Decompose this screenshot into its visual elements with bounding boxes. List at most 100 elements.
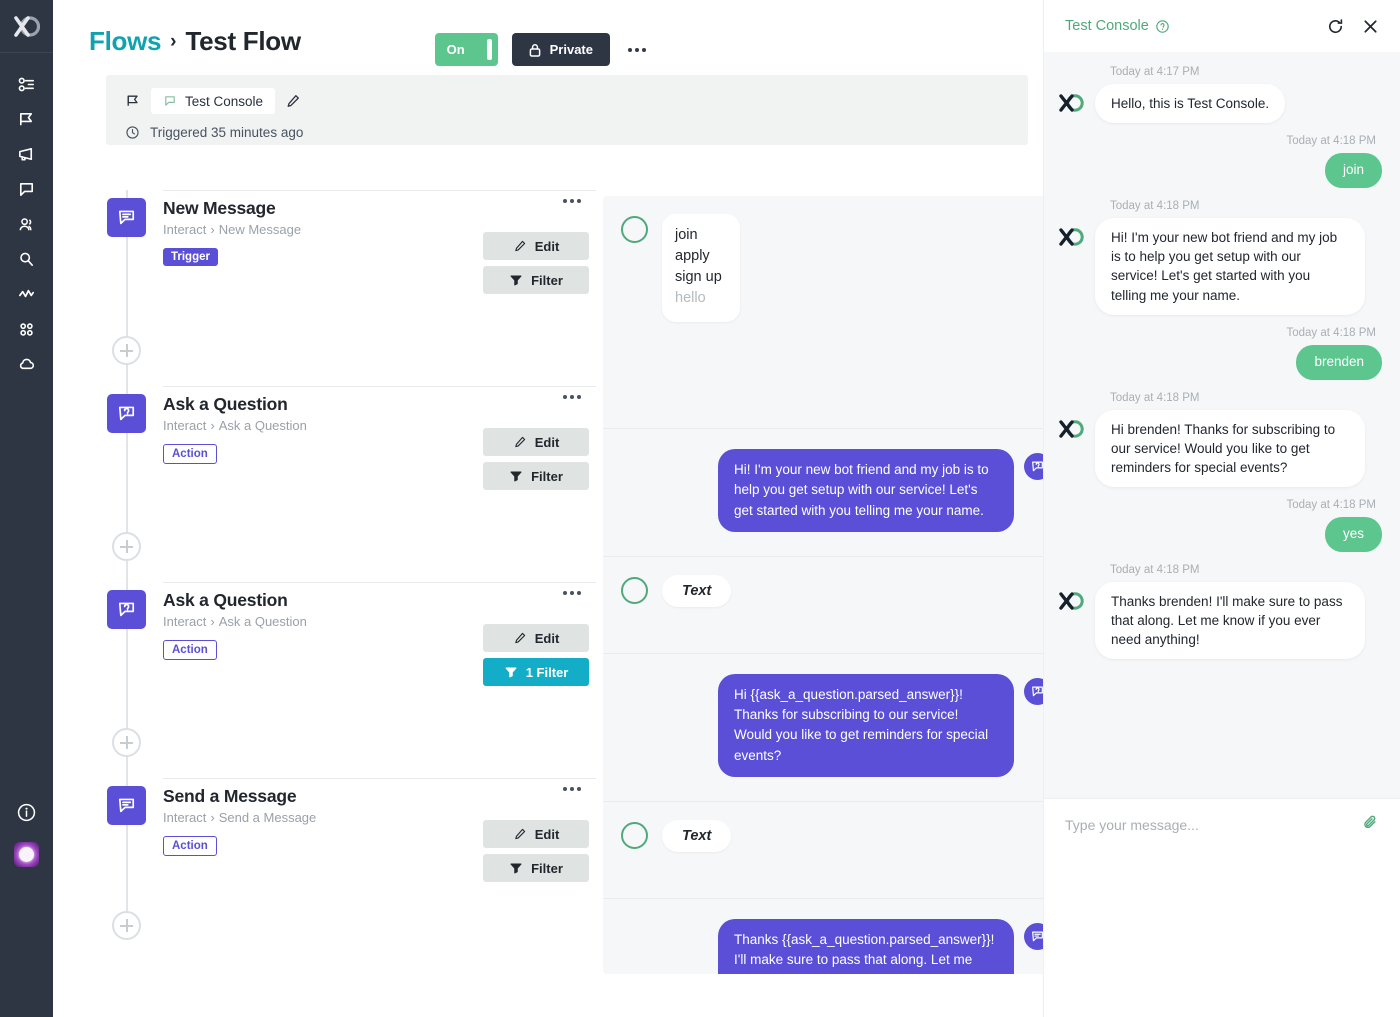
preview-message-bubble: Hi! I'm your new bot friend and my job i… <box>718 449 1014 532</box>
flow-node-icon <box>107 394 146 433</box>
app-logo[interactable] <box>0 0 53 53</box>
pencil-icon[interactable] <box>285 93 301 109</box>
avatar <box>621 822 648 849</box>
trigger-source-row: Test Console <box>125 88 1028 114</box>
flow-node-title: Send a Message <box>163 786 596 807</box>
sidebar-item-analytics[interactable] <box>0 277 53 312</box>
sidebar-item-integrations[interactable] <box>0 347 53 382</box>
privacy-button[interactable]: Private <box>512 33 610 66</box>
sidebar-item-flows[interactable] <box>0 102 53 137</box>
sidebar-item-conversations[interactable] <box>0 172 53 207</box>
preview-block: Hi {{ask_a_question.parsed_answer}}! Tha… <box>603 654 1043 802</box>
nodes-icon <box>17 75 36 94</box>
paperclip-icon <box>1361 813 1380 832</box>
trigger-time-row: Triggered 35 minutes ago <box>125 125 1028 140</box>
message-timestamp: Today at 4:18 PM <box>1058 499 1376 511</box>
toggle-label: On <box>447 42 465 57</box>
refresh-button[interactable] <box>1326 17 1345 36</box>
status-badge: Action <box>163 836 217 856</box>
message-bubble-icon <box>116 207 137 228</box>
flow-more-menu-button[interactable] <box>624 40 650 60</box>
message-bubble: Hi brenden! Thanks for subscribing to ou… <box>1095 410 1365 487</box>
trigger-status-bar: Test Console Triggered 35 minutes ago <box>106 75 1028 145</box>
sidebar-item-search[interactable] <box>0 242 53 277</box>
cloud-icon <box>17 355 36 374</box>
test-console-panel: Test Console Today at 4:17 PMHell <box>1043 0 1400 1017</box>
flow-node-more-button[interactable] <box>563 199 581 203</box>
refresh-icon <box>1326 17 1345 36</box>
sidebar-item-info[interactable] <box>16 802 37 828</box>
preview-block: Hi! I'm your new bot friend and my job i… <box>603 429 1043 557</box>
left-nav-rail <box>0 0 53 1017</box>
incoming-message-row: Hi! I'm your new bot friend and my job i… <box>1058 218 1382 315</box>
flow-node[interactable]: Ask a QuestionInteract›Ask a QuestionAct… <box>106 582 596 778</box>
funnel-icon <box>509 861 523 875</box>
filter-button[interactable]: Filter <box>483 854 589 882</box>
button-label: Edit <box>535 435 560 450</box>
bot-avatar-icon <box>1058 419 1084 439</box>
filter-button[interactable]: Filter <box>483 462 589 490</box>
edit-button[interactable]: Edit <box>483 820 589 848</box>
flow-node-more-button[interactable] <box>563 395 581 399</box>
flow-node[interactable]: Send a MessageInteract›Send a MessageAct… <box>106 778 596 940</box>
clock-icon <box>125 125 140 140</box>
flow-node[interactable]: Ask a QuestionInteract›Ask a QuestionAct… <box>106 386 596 582</box>
flow-node-icon <box>107 590 146 629</box>
filter-button[interactable]: Filter <box>483 266 589 294</box>
preview-message-bubble: Hi {{ask_a_question.parsed_answer}}! Tha… <box>718 674 1014 777</box>
edit-button[interactable]: Edit <box>483 428 589 456</box>
attach-button[interactable] <box>1361 813 1380 837</box>
status-badge: Trigger <box>163 248 218 266</box>
lock-icon <box>529 43 541 57</box>
edit-button[interactable]: Edit <box>483 624 589 652</box>
keyword-item: apply <box>675 246 722 267</box>
console-message: Today at 4:18 PM Hi brenden! Thanks for s… <box>1058 392 1382 487</box>
test-console-header: Test Console <box>1044 0 1400 52</box>
privacy-label: Private <box>550 42 593 57</box>
avatar <box>1058 588 1084 614</box>
preview-step-tag <box>1024 453 1043 480</box>
sidebar-item-broadcasts[interactable] <box>0 137 53 172</box>
button-label: Edit <box>535 239 560 254</box>
app-root: Flows › Test Flow On Private <box>0 0 1400 1017</box>
avatar <box>621 216 648 243</box>
close-icon <box>1361 17 1380 36</box>
add-step-button[interactable] <box>112 728 141 757</box>
flow-enabled-toggle[interactable]: On <box>435 33 498 66</box>
avatar <box>1058 90 1084 116</box>
status-badge: Action <box>163 444 217 464</box>
flow-node-actions: Edit 1 Filter <box>483 624 589 692</box>
add-step-button[interactable] <box>112 911 141 940</box>
rail-bottom <box>14 802 39 867</box>
sidebar-item-apps[interactable] <box>0 312 53 347</box>
incoming-message-row: Hi brenden! Thanks for subscribing to ou… <box>1058 410 1382 487</box>
message-bubble-icon <box>116 795 137 816</box>
edit-button[interactable]: Edit <box>483 232 589 260</box>
flow-node-more-button[interactable] <box>563 591 581 595</box>
sidebar-item-account-avatar[interactable] <box>14 842 39 867</box>
trigger-source-label: Test Console <box>185 94 263 109</box>
test-console-messages: Today at 4:17 PMHello, this is Test Cons… <box>1044 52 1400 798</box>
console-message: Today at 4:17 PMHello, this is Test Cons… <box>1058 66 1382 123</box>
question-circle-icon[interactable] <box>1155 19 1170 34</box>
message-timestamp: Today at 4:18 PM <box>1110 392 1382 404</box>
info-icon <box>16 802 37 823</box>
close-button[interactable] <box>1361 17 1380 36</box>
console-message: Today at 4:18 PMThanks brenden! I'll mak… <box>1058 564 1382 659</box>
message-input[interactable] <box>1065 817 1361 833</box>
megaphone-icon <box>17 145 36 164</box>
breadcrumb-flows-link[interactable]: Flows <box>89 26 161 57</box>
avatar <box>621 577 648 604</box>
add-step-button[interactable] <box>112 336 141 365</box>
trigger-source-chip[interactable]: Test Console <box>151 88 275 114</box>
test-console-title: Test Console <box>1065 18 1149 34</box>
add-step-button[interactable] <box>112 532 141 561</box>
flow-node-more-button[interactable] <box>563 787 581 791</box>
sidebar-item-dashboard[interactable] <box>0 67 53 102</box>
flow-node[interactable]: New MessageInteract›New MessageTriggerEd… <box>106 190 596 386</box>
bot-avatar-icon <box>1058 591 1084 611</box>
sidebar-item-audience[interactable] <box>0 207 53 242</box>
flow-node-body: Ask a QuestionInteract›Ask a QuestionAct… <box>163 386 596 464</box>
message-bubble: brenden <box>1296 345 1382 380</box>
1-filter-button[interactable]: 1 Filter <box>483 658 589 686</box>
